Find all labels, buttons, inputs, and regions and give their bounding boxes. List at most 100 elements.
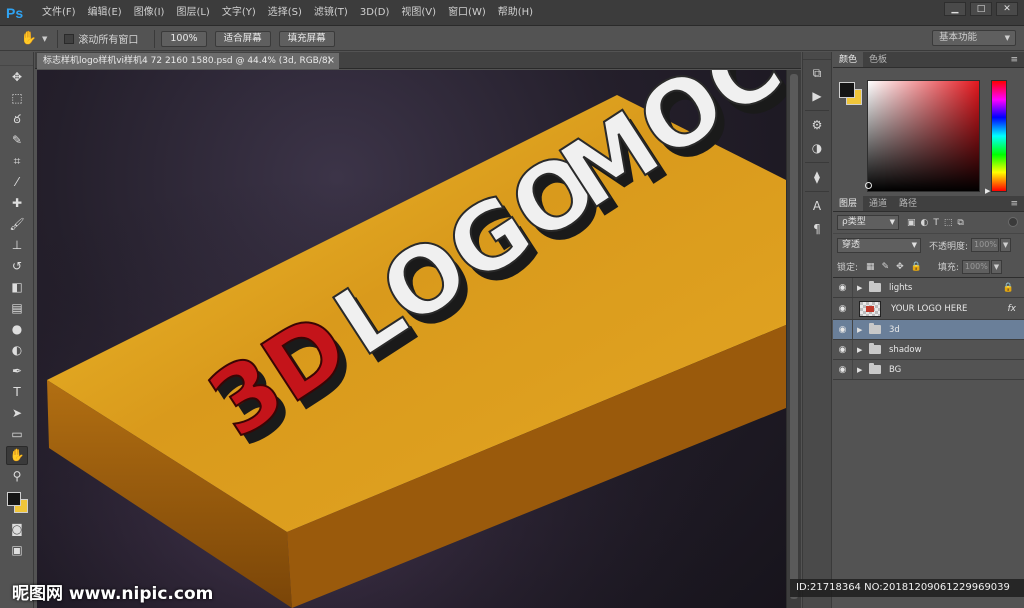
quick-mask-icon[interactable]: ◙: [6, 520, 28, 539]
foreground-color-swatch[interactable]: [7, 492, 21, 506]
blend-mode-select[interactable]: 穿透 ▼: [837, 237, 921, 253]
adjustment-filter-icon[interactable]: ◐: [921, 218, 929, 228]
close-icon[interactable]: ×: [327, 53, 335, 69]
fit-screen-button[interactable]: 适合屏幕: [214, 30, 271, 47]
preset-caret-icon[interactable]: ▼: [42, 35, 47, 43]
eraser-tool-icon[interactable]: ◧: [6, 278, 28, 297]
menu-type[interactable]: 文字(Y): [216, 0, 262, 26]
actions-panel-icon[interactable]: ▶: [806, 86, 828, 106]
marquee-tool-icon[interactable]: ⬚: [6, 89, 28, 108]
brush-panel-icon[interactable]: ⧫: [806, 167, 828, 187]
fill-screen-button[interactable]: 填充屏幕: [278, 30, 335, 47]
foreground-color-swatch[interactable]: [839, 82, 855, 98]
pen-tool-icon[interactable]: ✒: [6, 362, 28, 381]
tab-channels[interactable]: 通道: [863, 196, 893, 211]
menu-edit[interactable]: 编辑(E): [82, 0, 128, 26]
close-button[interactable]: ✕: [996, 2, 1018, 16]
vertical-scrollbar[interactable]: [786, 70, 801, 608]
color-picker-marker[interactable]: [865, 182, 872, 189]
expand-arrow-icon[interactable]: ▶: [857, 284, 869, 292]
minimize-button[interactable]: ▁: [944, 2, 966, 16]
zoom-tool-icon[interactable]: ⚲: [6, 467, 28, 486]
visibility-eye-icon[interactable]: ◉: [833, 340, 853, 359]
paragraph-panel-icon[interactable]: ¶: [806, 219, 828, 239]
visibility-eye-icon[interactable]: ◉: [833, 278, 853, 297]
menu-image[interactable]: 图像(I): [128, 0, 171, 26]
workspace-switcher[interactable]: 基本功能 ▼: [932, 30, 1016, 46]
character-panel-icon[interactable]: A: [806, 196, 828, 216]
document-tab[interactable]: 标志样机logo样机vi样机4 72 2160 1580.psd @ 44.4%…: [37, 53, 339, 69]
layer-row-bg[interactable]: ◉ ▶ BG: [833, 360, 1024, 380]
scroll-all-windows-checkbox[interactable]: [64, 33, 75, 44]
menu-file[interactable]: 文件(F): [36, 0, 82, 26]
expand-arrow-icon[interactable]: ▶: [857, 346, 869, 354]
menu-3d[interactable]: 3D(D): [354, 0, 396, 26]
menu-layer[interactable]: 图层(L): [170, 0, 215, 26]
type-tool-icon[interactable]: T: [6, 383, 28, 402]
menu-help[interactable]: 帮助(H): [492, 0, 539, 26]
type-filter-icon[interactable]: T: [933, 218, 939, 228]
filter-toggle[interactable]: [1008, 217, 1018, 227]
tab-paths[interactable]: 路径: [893, 196, 923, 211]
healing-brush-tool-icon[interactable]: ✚: [6, 194, 28, 213]
smart-filter-icon[interactable]: ⧉: [957, 218, 963, 228]
tab-color[interactable]: 颜色: [833, 52, 864, 67]
visibility-eye-icon[interactable]: ◉: [833, 298, 853, 319]
tab-swatches[interactable]: 色板: [863, 52, 893, 67]
path-selection-tool-icon[interactable]: ➤: [6, 404, 28, 423]
properties-panel-icon[interactable]: ⚙: [806, 115, 828, 135]
visibility-eye-icon[interactable]: ◉: [833, 320, 853, 339]
layer-row-your-logo-here[interactable]: ◉ YOUR LOGO HERE fx: [833, 298, 1024, 320]
visibility-eye-icon[interactable]: ◉: [833, 360, 853, 379]
zoom-100-button[interactable]: 100%: [161, 30, 207, 47]
opacity-slider-toggle[interactable]: ▼: [1000, 238, 1012, 252]
menu-window[interactable]: 窗口(W): [442, 0, 492, 26]
expand-arrow-icon[interactable]: ▶: [857, 366, 869, 374]
clone-stamp-tool-icon[interactable]: ⊥: [6, 236, 28, 255]
tab-layers[interactable]: 图层: [833, 196, 864, 211]
scrollbar-thumb[interactable]: [790, 74, 798, 599]
hand-tool-preset-icon[interactable]: ✋: [18, 30, 40, 48]
menu-select[interactable]: 选择(S): [262, 0, 308, 26]
opacity-input[interactable]: 100%: [971, 238, 1000, 252]
rectangle-tool-icon[interactable]: ▭: [6, 425, 28, 444]
lock-all-icon[interactable]: 🔒: [911, 262, 922, 272]
dock-grip[interactable]: [803, 52, 831, 60]
document-canvas[interactable]: 3D 3D LOGO LOGO MOCK MOCK: [37, 70, 786, 608]
move-tool-icon[interactable]: ✥: [6, 68, 28, 87]
hue-slider[interactable]: [991, 80, 1007, 192]
eyedropper-tool-icon[interactable]: ⁄: [6, 173, 28, 192]
fill-input[interactable]: 100%: [961, 259, 990, 274]
menu-view[interactable]: 视图(V): [395, 0, 442, 26]
lock-transparency-icon[interactable]: ▦: [866, 262, 875, 272]
panel-menu-icon[interactable]: ≡: [1010, 52, 1018, 68]
history-panel-icon[interactable]: ⧉: [806, 63, 828, 83]
lock-pixels-icon[interactable]: ✎: [882, 262, 890, 272]
history-brush-tool-icon[interactable]: ↺: [6, 257, 28, 276]
panel-grip[interactable]: [0, 52, 33, 66]
color-field[interactable]: [867, 80, 980, 192]
panel-menu-icon[interactable]: ≡: [1010, 196, 1018, 212]
pixel-filter-icon[interactable]: ▣: [907, 218, 916, 228]
brush-tool-icon[interactable]: 🖌: [6, 215, 28, 234]
layer-row-3d[interactable]: ◉ ▶ 3d: [833, 320, 1024, 340]
layer-kind-filter[interactable]: ρ类型 ▼: [837, 215, 899, 230]
menu-filter[interactable]: 滤镜(T): [308, 0, 354, 26]
adjustments-panel-icon[interactable]: ◑: [806, 138, 828, 158]
lasso-tool-icon[interactable]: ఠ: [6, 110, 28, 129]
restore-button[interactable]: □: [970, 2, 992, 16]
blur-tool-icon[interactable]: ●: [6, 320, 28, 339]
screen-mode-icon[interactable]: ▣: [6, 541, 28, 560]
hand-tool-icon[interactable]: ✋: [6, 446, 28, 465]
crop-tool-icon[interactable]: ⌗: [6, 152, 28, 171]
layer-row-lights[interactable]: ◉ ▶ lights 🔒: [833, 278, 1024, 298]
dodge-tool-icon[interactable]: ◐: [6, 341, 28, 360]
layer-effects-icon[interactable]: fx: [1008, 304, 1017, 314]
layer-row-shadow[interactable]: ◉ ▶ shadow: [833, 340, 1024, 360]
hue-marker-icon[interactable]: ▶: [985, 187, 990, 195]
gradient-tool-icon[interactable]: ▤: [6, 299, 28, 318]
expand-arrow-icon[interactable]: ▶: [857, 326, 869, 334]
fill-slider-toggle[interactable]: ▼: [990, 259, 1002, 274]
lock-position-icon[interactable]: ✥: [896, 262, 904, 272]
quick-select-tool-icon[interactable]: ✎: [6, 131, 28, 150]
